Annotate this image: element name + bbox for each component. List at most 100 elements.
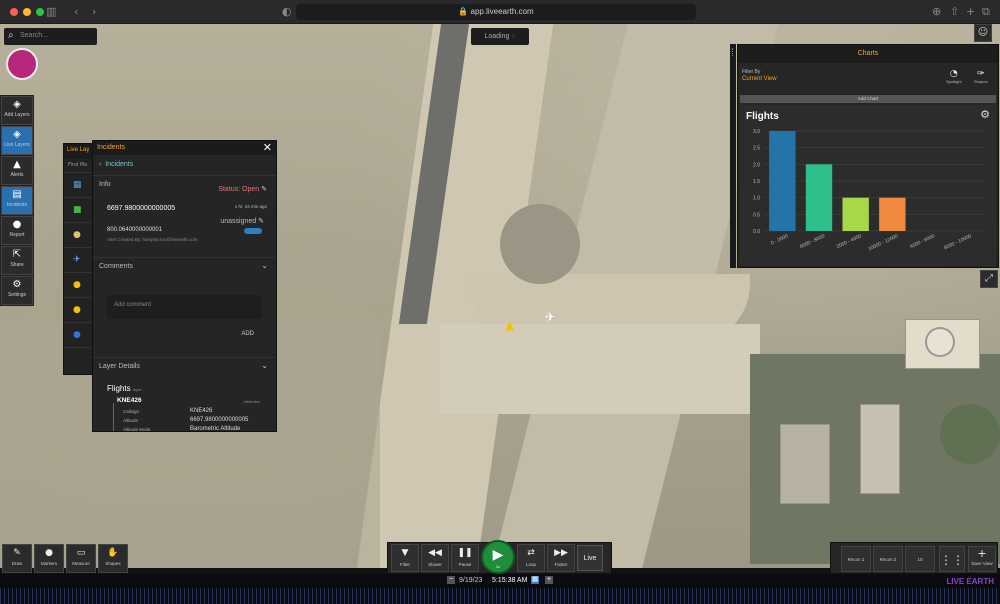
timeline-minus-button[interactable]: − (447, 576, 455, 584)
y-tick-label: 0.5 (753, 212, 760, 218)
bar (842, 197, 869, 231)
faster-button[interactable]: ▶▶ Faster (547, 544, 575, 572)
incident-toggle[interactable] (244, 228, 262, 234)
user-avatar-icon[interactable]: ☺ (974, 24, 992, 42)
search-input[interactable]: Search... (20, 32, 48, 39)
shield-icon[interactable]: ◐ (282, 5, 292, 18)
status-badge[interactable]: Status: Open ✎ (218, 185, 267, 193)
window-controls[interactable] (10, 8, 44, 16)
chart-title: Flights (746, 111, 779, 122)
toolbar-live-layers-button[interactable]: ◈ Live Layers (1, 126, 33, 155)
measure-tool-button[interactable]: ▭ Measure (66, 544, 96, 573)
shapes-tool-button[interactable]: ✋ Shapes (98, 544, 128, 573)
fullscreen-icon[interactable]: ⤢ (980, 270, 998, 288)
aircraft-icon[interactable]: ✈ (545, 310, 555, 324)
layer-sub: layer (132, 387, 142, 392)
toolbar-label: Live Layers (4, 142, 30, 148)
x-tick-label: 6000 - 8000 (799, 233, 826, 250)
address-bar[interactable]: 🔒 app.liveearth.com (296, 4, 696, 20)
x-tick-label: 8000 - 10000 (943, 233, 972, 251)
recon-2-button[interactable]: Recon 2 (873, 546, 903, 572)
back-to-incidents-link[interactable]: ‹ Incidents (99, 161, 133, 168)
forward-arrow-icon[interactable]: › (92, 5, 96, 18)
save-view-label: Save View (971, 561, 993, 566)
minimize-window-button[interactable] (23, 8, 31, 16)
x-tick-label: 0 - 2000 (770, 233, 789, 246)
timeline-ticks[interactable] (0, 588, 1000, 604)
close-window-button[interactable] (10, 8, 18, 16)
attr-key: Altitude Mode (123, 427, 151, 432)
filter-button[interactable]: ▼ Filter (391, 544, 419, 572)
toolbar-share-button[interactable]: ⇱ Share (1, 246, 33, 275)
close-icon[interactable]: ✕ (263, 141, 272, 154)
toolbar-report-button[interactable]: ● Report (1, 216, 33, 245)
live-button[interactable]: Live (577, 545, 603, 571)
comment-input[interactable]: Add comment (107, 295, 262, 319)
back-arrow-icon[interactable]: ‹ (74, 5, 78, 18)
maximize-window-button[interactable] (36, 8, 44, 16)
sidebar-toggle-icon[interactable]: ▥ (46, 5, 56, 18)
timeline[interactable]: − 9/19/23 5:15:38 AM ▦ + LIVE EARTH (0, 574, 1000, 604)
recon-1-button[interactable]: Recon 1 (841, 546, 871, 572)
view-button-3[interactable]: 10 (905, 546, 935, 572)
layer-name-text: Flights (107, 384, 131, 393)
attr-value: Barometric Altitude (190, 426, 241, 432)
layer-details-section[interactable]: Layer Details ⌄ (93, 357, 276, 375)
pause-button[interactable]: ❚❚ Pause (451, 544, 479, 572)
toolbar-label: Alerts (10, 172, 24, 178)
gear-icon[interactable]: ⚙ (980, 108, 990, 121)
chart-card: Flights ⚙ 0.0 0.5 1.0 1.5 2.0 2.5 3.0 0 - 2000 6… (740, 105, 996, 266)
measure-icon: ▭ (76, 548, 86, 558)
spotlight-button[interactable]: ◔ Spotlight (946, 69, 962, 84)
play-button[interactable]: ▶ 1x (481, 540, 515, 574)
calendar-icon[interactable]: ▦ (531, 576, 539, 584)
tool-label: Shapes (105, 561, 121, 566)
loop-button[interactable]: ⇄ Loop (517, 544, 545, 572)
add-comment-button[interactable]: ADD (241, 331, 254, 337)
draw-tool-button[interactable]: ✎ Draw (2, 544, 32, 573)
download-icon[interactable]: ⊕ (932, 5, 941, 18)
tabs-overview-icon[interactable]: ⧉ (982, 5, 990, 19)
markers-icon: ● (45, 548, 53, 558)
toolbar-incidents-button[interactable]: ▤ Incidents (1, 186, 33, 215)
edit-icon[interactable]: ✎ (258, 218, 264, 225)
aircraft-icon: ✈ (73, 255, 81, 265)
incidents-header: Incidents ✕ (93, 141, 276, 155)
browser-toolbar: ▥ ‹ › ◐ 🔒 app.liveearth.com ⊕ ⇧ + ⧉ (0, 0, 1000, 24)
timeline-date: 9/19/23 (459, 577, 483, 584)
charts-title: Charts (738, 45, 998, 63)
toolbar-settings-button[interactable]: ⚙ Settings (1, 276, 33, 305)
shapes-button[interactable]: ✑ Shapes (974, 69, 988, 84)
share-icon[interactable]: ⇧ (950, 5, 959, 18)
shapes-icon: ✑ (977, 69, 985, 79)
share-icon: ⇱ (12, 249, 22, 260)
loading-label: Loading (484, 33, 510, 40)
comments-section[interactable]: Comments ⌄ (93, 257, 276, 275)
grid-icon[interactable]: ⋮⋮⋮ (939, 546, 976, 572)
layer-details-label: Layer Details (99, 363, 140, 370)
attr-key: Altitude (123, 418, 139, 423)
bar (769, 131, 796, 231)
filter-icon: ▼ (401, 548, 409, 558)
save-view-button[interactable]: + Save View (968, 546, 996, 572)
charts-panel-handle[interactable] (730, 44, 736, 268)
search-box[interactable]: ⌕ Search... (4, 28, 97, 45)
add-chart-button[interactable]: Add Chart (740, 95, 996, 103)
gear-icon: ⚙ (12, 279, 22, 290)
markers-tool-button[interactable]: ● Markers (34, 544, 64, 573)
y-tick-label: 3.0 (753, 129, 760, 135)
toolbar-alerts-button[interactable]: ▲ Alerts (1, 156, 33, 185)
slower-button[interactable]: ◀◀ Slower (421, 544, 449, 572)
assignee[interactable]: unassigned ✎ (220, 217, 264, 225)
user-icon: ● (73, 330, 81, 340)
edit-icon[interactable]: ✎ (261, 186, 267, 193)
timeline-plus-button[interactable]: + (545, 576, 553, 584)
find-map-label: Find Ma (68, 162, 88, 168)
attr-value: KNE426 (190, 408, 213, 414)
filter-dropdown[interactable]: Current View (742, 76, 777, 82)
toolbar-add-layers-button[interactable]: ◈ Add Layers (1, 96, 33, 125)
drawing-tools: ✎ Draw ● Markers ▭ Measure ✋ Shapes (2, 544, 128, 574)
new-tab-icon[interactable]: + (966, 5, 975, 18)
attr-key: Callsign (123, 409, 140, 414)
warning-marker-icon[interactable]: ▲ (505, 318, 514, 332)
